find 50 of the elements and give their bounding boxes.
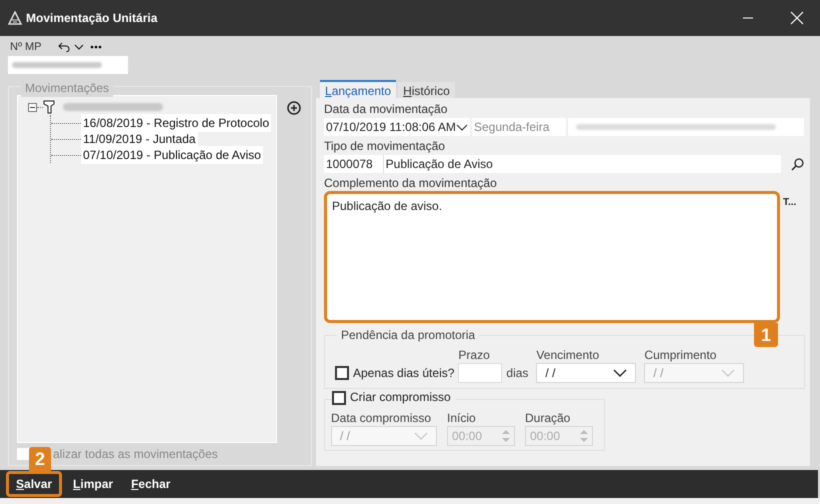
- chevron-down-icon: [613, 369, 628, 377]
- term-field[interactable]: [458, 363, 502, 383]
- checkbox[interactable]: [17, 448, 29, 460]
- field-label: Duração: [525, 411, 572, 426]
- chevron-down-icon: [721, 369, 736, 377]
- type-code-field[interactable]: 1000078: [324, 155, 384, 173]
- chevron-down-icon: [456, 124, 468, 130]
- checkbox[interactable]: [332, 390, 346, 404]
- add-icon[interactable]: [287, 101, 301, 115]
- checkbox-label: Criar compromisso: [350, 390, 451, 405]
- field-label: Cumprimento: [644, 348, 718, 363]
- field-label: Complemento da movimentação: [324, 176, 498, 191]
- close-icon[interactable]: [790, 11, 804, 25]
- spinner-arrows-icon: [580, 429, 588, 443]
- action-button[interactable]: Fechar: [124, 471, 178, 497]
- field-label: Tipo de movimentação: [324, 139, 446, 154]
- checkbox-label: alizar todas as movimentações: [53, 446, 218, 463]
- collapse-icon[interactable]: [28, 102, 37, 112]
- app-logo-icon: [8, 11, 22, 25]
- weekday-field: Segunda-feira: [472, 118, 566, 136]
- mp-field[interactable]: [8, 56, 128, 74]
- field-label: Vencimento: [536, 348, 600, 363]
- field-label: Data da movimentação: [324, 102, 448, 117]
- chevron-down-icon[interactable]: [74, 44, 84, 50]
- field-label: Início: [447, 411, 477, 426]
- more-icon[interactable]: [90, 45, 102, 49]
- callout-badge: 1: [754, 323, 778, 347]
- toolbar-text: T...: [783, 196, 796, 210]
- field-label: Prazo: [458, 348, 491, 363]
- spinner-arrows-icon: [502, 429, 510, 443]
- mp-label: Nº MP: [10, 40, 42, 55]
- tree-item[interactable]: 07/10/2019 - Publicação de Aviso: [81, 146, 263, 164]
- tree-item[interactable]: 16/08/2019 - Registro de Protocolo: [81, 114, 272, 132]
- group-title: Pendência da promotoria: [337, 328, 480, 343]
- tab[interactable]: Histórico: [398, 82, 455, 98]
- callout-badge: 2: [29, 447, 51, 471]
- search-icon[interactable]: [791, 158, 804, 170]
- action-button[interactable]: Limpar: [66, 471, 120, 497]
- undo-icon[interactable]: [58, 42, 70, 52]
- chevron-down-icon: [414, 432, 428, 440]
- field-label: Data compromisso: [331, 411, 432, 426]
- type-name-field[interactable]: Publicação de Aviso: [384, 155, 782, 173]
- unit-label: dias: [506, 366, 528, 381]
- date-dropdown[interactable]: / /: [536, 363, 636, 383]
- window-title: Movimentação Unitária: [26, 10, 158, 27]
- complement-textarea[interactable]: Publicação de aviso.: [324, 191, 780, 323]
- checkbox[interactable]: [335, 366, 349, 380]
- date-dropdown[interactable]: 07/10/2019 11:08:06 AM: [324, 118, 470, 136]
- checkbox-label: Apenas dias úteis?: [353, 366, 454, 380]
- tab[interactable]: Lançamento: [320, 80, 396, 98]
